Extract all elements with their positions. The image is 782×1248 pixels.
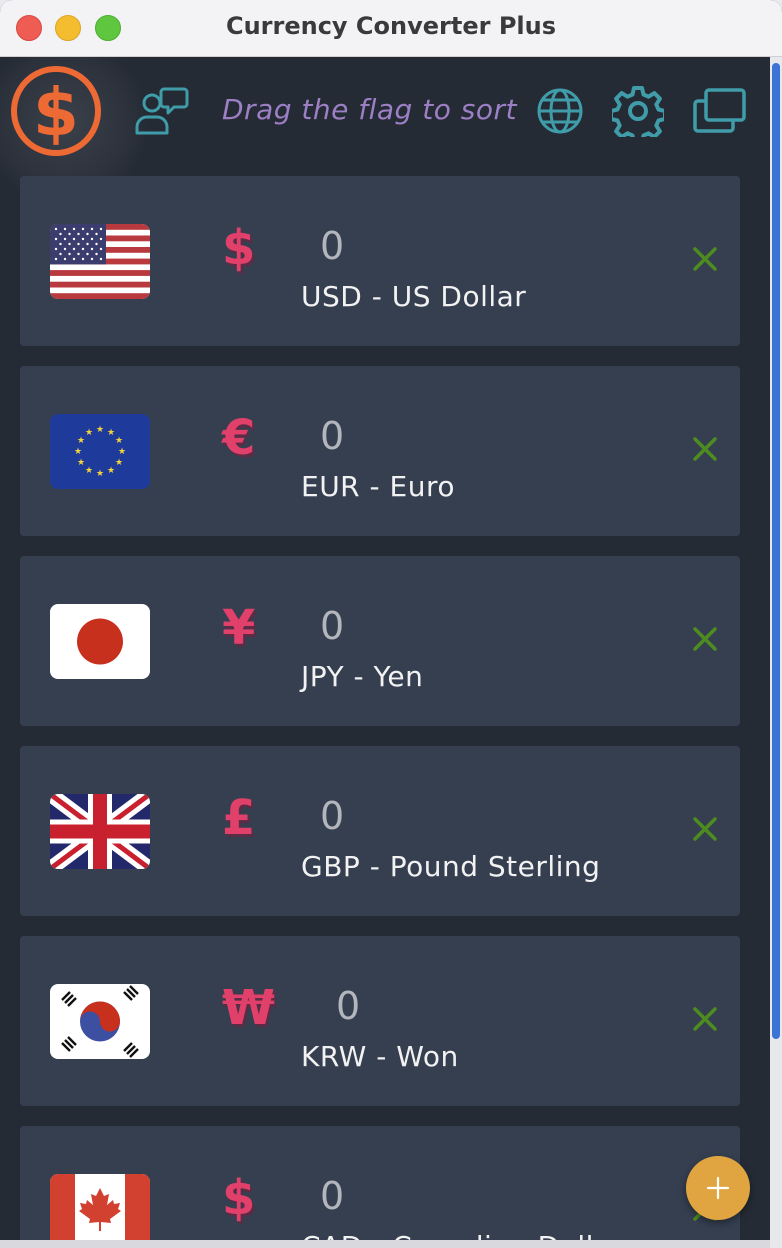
currency-card[interactable]: ₩ 0 KRW - Won [20,936,740,1106]
svg-text:★: ★ [85,428,93,438]
add-currency-button[interactable] [686,1156,750,1220]
svg-text:$: $ [33,74,79,151]
svg-text:★: ★ [77,436,85,446]
window-bottom-edge [0,1240,770,1248]
close-icon[interactable] [690,624,720,654]
jp-flag-icon[interactable] [50,604,150,679]
close-icon[interactable] [690,814,720,844]
window-title: Currency Converter Plus [225,12,557,40]
title-bar: Currency Converter Plus [0,0,782,57]
currency-amount[interactable]: 0 [320,414,344,458]
app-window: Currency Converter Plus $ Drag the flag … [0,0,782,1248]
kr-flag-icon[interactable] [50,984,150,1059]
close-icon[interactable] [690,1004,720,1034]
ca-flag-icon[interactable] [50,1174,150,1248]
currency-amount[interactable]: 0 [320,794,344,838]
scrollbar-thumb[interactable] [772,63,780,1039]
gear-icon[interactable] [612,85,664,137]
gb-flag-icon[interactable] [50,794,150,869]
toolbar: $ Drag the flag to sort [0,37,770,207]
dollar-logo-icon[interactable]: $ [10,65,102,157]
svg-text:★: ★ [77,458,85,468]
currency-name: JPY - Yen [301,660,424,693]
close-icon[interactable] [690,244,720,274]
currency-amount[interactable]: 0 [320,224,344,268]
windows-icon[interactable] [692,87,748,135]
currency-card[interactable]: £ 0 GBP - Pound Sterling [20,746,740,916]
currency-symbol: ¥ [222,600,256,656]
svg-text:★: ★ [96,425,104,435]
currency-symbol: € [222,410,256,466]
eu-flag-icon[interactable]: ★ ★★★ ★★★★ ★★★★ [50,414,150,489]
currency-card[interactable]: $ 0 USD - US Dollar [20,176,740,346]
globe-icon[interactable] [536,87,584,135]
scrollbar[interactable] [770,57,782,1248]
currency-symbol: $ [222,220,256,276]
svg-text:★: ★ [85,466,93,476]
currency-amount[interactable]: 0 [320,1174,344,1218]
plus-icon [706,1176,730,1200]
currency-name: GBP - Pound Sterling [301,850,601,883]
svg-text:★: ★ [96,469,104,479]
svg-text:★: ★ [115,436,123,446]
svg-text:★: ★ [118,447,126,457]
us-flag-icon[interactable] [50,224,150,299]
chat-person-icon[interactable] [134,85,190,137]
currency-card[interactable]: ¥ 0 JPY - Yen [20,556,740,726]
svg-text:★: ★ [107,466,115,476]
currency-name: EUR - Euro [301,470,456,503]
currency-card[interactable]: ★ ★ ★ ★ ★ ★ ★ ★ ★ ★ ★ ★ € 0 EUR - Euro [20,366,740,536]
currency-symbol: £ [222,790,256,846]
close-icon[interactable] [690,434,720,464]
drag-hint-text: Drag the flag to sort [222,93,517,126]
currency-card[interactable]: $ 0 CAD - Canadian Dollar [20,1126,740,1248]
svg-text:★: ★ [107,428,115,438]
currency-name: USD - US Dollar [301,280,527,313]
currency-symbol: $ [222,1170,256,1226]
currency-symbol: ₩ [222,980,275,1036]
currency-amount[interactable]: 0 [320,604,344,648]
svg-text:★: ★ [74,447,82,457]
currency-name: KRW - Won [301,1040,459,1073]
svg-text:★: ★ [115,458,123,468]
currency-amount[interactable]: 0 [336,984,360,1028]
